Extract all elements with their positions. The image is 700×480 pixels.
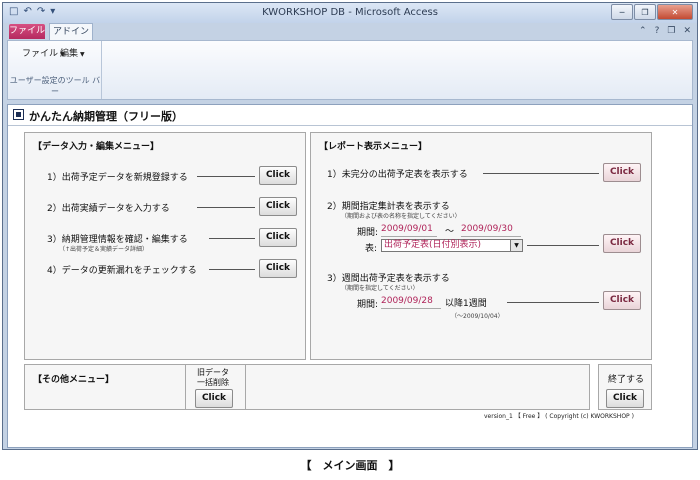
doc-restore-icon[interactable]: ❐ bbox=[667, 26, 675, 36]
data-entry-panel: 【データ入力・編集メニュー】 1）出荷予定データを新規登録する Click 2）… bbox=[24, 132, 306, 360]
exit-label: 終了する bbox=[608, 375, 645, 385]
help-icon[interactable]: ? bbox=[655, 26, 660, 36]
exit-panel: 終了する Click bbox=[598, 364, 652, 410]
period-tilde: ～ bbox=[445, 227, 455, 237]
leader-line bbox=[197, 176, 255, 177]
period-label: 期間: bbox=[357, 228, 379, 238]
close-icon[interactable]: ✕ bbox=[657, 4, 693, 20]
table-label: 表: bbox=[365, 244, 378, 254]
window-title: KWORKSHOP DB - Microsoft Access bbox=[262, 7, 438, 18]
delivery-info-button[interactable]: Click bbox=[259, 228, 297, 247]
report-sublabel: （期間および表の名称を指定してください） bbox=[341, 213, 461, 220]
new-shipment-button[interactable]: Click bbox=[259, 166, 297, 185]
divider bbox=[245, 365, 246, 409]
menu-file[interactable]: ファイル ▼ bbox=[22, 46, 65, 59]
form-header: かんたん納期管理（フリー版） bbox=[8, 105, 692, 126]
version-footer: version_1 【 Free 】 ( Copyright (c) KWORK… bbox=[484, 413, 634, 420]
menu-edit[interactable]: 編集 ▼ bbox=[60, 46, 85, 59]
form-area: かんたん納期管理（フリー版） 【データ入力・編集メニュー】 1）出荷予定データを… bbox=[7, 104, 693, 448]
period-report-button[interactable]: Click bbox=[603, 234, 641, 253]
panel-title: 【その他メニュー】 bbox=[33, 375, 115, 385]
form-icon bbox=[13, 109, 24, 120]
weekly-from-field[interactable]: 2009/09/28 bbox=[381, 296, 441, 309]
divider bbox=[185, 365, 186, 409]
document-controls: ⌃ ? ❐ ✕ bbox=[639, 26, 691, 36]
custom-toolbar-group: ファイル ▼ 編集 ▼ ユーザー設定のツール バー bbox=[8, 41, 102, 99]
shipment-result-button[interactable]: Click bbox=[259, 197, 297, 216]
panel-title: 【レポート表示メニュー】 bbox=[319, 142, 428, 152]
menu-label-new-shipment: 1）出荷予定データを新規登録する bbox=[47, 173, 188, 183]
period-to-field[interactable]: 2009/09/30 bbox=[461, 224, 521, 237]
leader-line bbox=[209, 238, 255, 239]
weekly-note: （～2009/10/04） bbox=[451, 313, 504, 320]
restore-icon[interactable]: ❐ bbox=[634, 4, 656, 20]
leader-line bbox=[209, 269, 255, 270]
access-window: □ ↶ ↷ ▾ KWORKSHOP DB - Microsoft Access … bbox=[2, 2, 698, 450]
group-label: ユーザー設定のツール バー bbox=[9, 76, 101, 96]
menu-label-shipment-result: 2）出荷実績データを入力する bbox=[47, 204, 170, 214]
other-panel: 【その他メニュー】 旧データ 一括削除 Click bbox=[24, 364, 590, 410]
leader-line bbox=[197, 207, 255, 208]
update-check-button[interactable]: Click bbox=[259, 259, 297, 278]
form-title: かんたん納期管理（フリー版） bbox=[29, 110, 183, 123]
chevron-down-icon: ▼ bbox=[80, 51, 85, 58]
period-from-field[interactable]: 2009/09/01 bbox=[381, 224, 437, 237]
report-label-unfinished: 1）未完分の出荷予定表を表示する bbox=[327, 170, 468, 180]
tab-addin[interactable]: アドイン bbox=[49, 23, 93, 40]
menu-sublabel: （↑出荷予定＆実績データ詳細） bbox=[59, 246, 149, 253]
weekly-suffix: 以降1週間 bbox=[445, 299, 487, 309]
table-select-value: 出荷予定表(日付別表示) bbox=[384, 240, 482, 250]
leader-line bbox=[527, 245, 599, 246]
tab-file[interactable]: ファイル bbox=[9, 24, 45, 39]
minimize-icon[interactable]: ─ bbox=[611, 4, 633, 20]
period-label: 期間: bbox=[357, 300, 379, 310]
report-sublabel: （期間を指定してください） bbox=[341, 285, 419, 292]
ribbon: ファイル ▼ 編集 ▼ ユーザー設定のツール バー bbox=[7, 40, 693, 100]
leader-line bbox=[483, 173, 599, 174]
window-controls: ─ ❐ ✕ bbox=[611, 4, 693, 20]
old-data-delete-button[interactable]: Click bbox=[195, 389, 233, 408]
ribbon-tabs: ファイル アドイン ⌃ ? ❐ ✕ bbox=[3, 23, 697, 40]
table-select[interactable]: 出荷予定表(日付別表示) ▼ bbox=[381, 239, 523, 252]
leader-line bbox=[507, 302, 599, 303]
doc-close-icon[interactable]: ✕ bbox=[683, 26, 691, 36]
exit-button[interactable]: Click bbox=[606, 389, 644, 408]
image-caption: 【 メイン画面 】 bbox=[300, 459, 400, 472]
old-data-label: 一括削除 bbox=[197, 378, 229, 387]
unfinished-report-button[interactable]: Click bbox=[603, 163, 641, 182]
chevron-down-icon[interactable]: ▼ bbox=[510, 240, 522, 251]
title-bar: □ ↶ ↷ ▾ KWORKSHOP DB - Microsoft Access … bbox=[3, 3, 697, 23]
report-panel: 【レポート表示メニュー】 1）未完分の出荷予定表を表示する Click 2）期間… bbox=[310, 132, 652, 360]
weekly-report-button[interactable]: Click bbox=[603, 291, 641, 310]
ribbon-min-icon[interactable]: ⌃ bbox=[639, 26, 647, 36]
panel-title: 【データ入力・編集メニュー】 bbox=[33, 142, 160, 152]
menu-label-update-check: 4）データの更新漏れをチェックする bbox=[47, 266, 197, 276]
